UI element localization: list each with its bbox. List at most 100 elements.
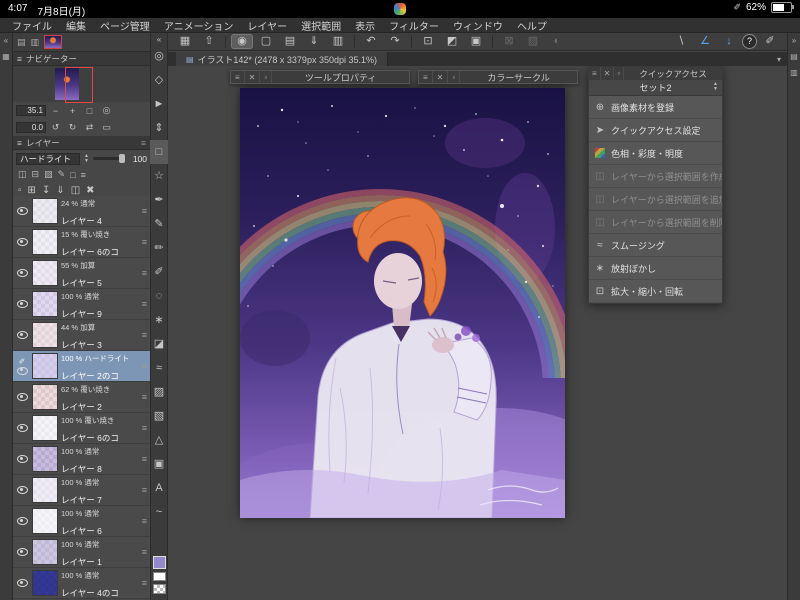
lock-layer-icon[interactable]: ⊟	[32, 169, 40, 180]
brush-size-icon[interactable]: ◉	[231, 34, 253, 49]
eyedropper-tool[interactable]: ✒	[150, 188, 168, 212]
visibility-eye-icon[interactable]	[16, 393, 28, 401]
tool-property-titlebar[interactable]: ≡ ✕ ▫ ツールプロパティ	[230, 70, 410, 84]
zoom-value-field[interactable]: 35.1	[16, 105, 46, 116]
rotation-value-field[interactable]: 0.0	[16, 122, 46, 133]
transfer-down-icon[interactable]: ↧	[42, 185, 50, 196]
workspace-grid-icon[interactable]: ▦	[174, 34, 196, 49]
drag-handle-icon[interactable]: ≡	[142, 237, 148, 247]
visibility-eye-icon[interactable]	[16, 300, 28, 308]
snap-ruler-icon[interactable]: ∖	[670, 34, 692, 49]
menu-selection[interactable]: 選択範囲	[301, 18, 341, 33]
visibility-eye-icon[interactable]	[16, 548, 28, 556]
menu-file[interactable]: ファイル	[12, 18, 52, 33]
drag-handle-icon[interactable]: ≡	[142, 392, 148, 402]
zoom-out-icon[interactable]: −	[48, 106, 63, 116]
visibility-eye-icon[interactable]	[16, 238, 28, 246]
line-correct-tool[interactable]: ~	[150, 500, 168, 524]
stylus-icon[interactable]: ✐	[759, 34, 781, 49]
menu-animation[interactable]: アニメーション	[164, 18, 234, 33]
qa-item-hsv[interactable]: ▦ 色相・彩度・明度	[589, 142, 722, 165]
layer-row[interactable]: 24 % 通常 レイヤー 4 ≡	[13, 196, 150, 227]
menu-help[interactable]: ヘルプ	[517, 18, 547, 33]
close-icon[interactable]: ✕	[601, 67, 615, 80]
fit-screen-icon[interactable]: □	[82, 106, 97, 116]
drag-handle-icon[interactable]: ≡	[142, 268, 148, 278]
fill-tool[interactable]: ▨	[150, 380, 168, 404]
visibility-eye-icon[interactable]	[16, 486, 28, 494]
layer-move-tool[interactable]: ⇕	[150, 116, 168, 140]
drag-handle-icon[interactable]: ≡	[142, 330, 148, 340]
pen-tool[interactable]: ✎	[150, 212, 168, 236]
new-folder-icon[interactable]: ⊞	[28, 185, 36, 196]
selection-tool[interactable]: □	[150, 140, 168, 164]
blend-mode-spinner-icon[interactable]: ▲▼	[83, 153, 90, 164]
drag-handle-icon[interactable]: ≡	[142, 454, 148, 464]
operation-tool[interactable]: ►	[150, 92, 168, 116]
brush-tool[interactable]: ✐	[150, 260, 168, 284]
visibility-eye-icon[interactable]	[16, 269, 28, 277]
navigator-tab-thumbnail[interactable]	[44, 35, 63, 49]
navigator-menu-icon[interactable]: ≡	[17, 54, 22, 64]
pencil-tool[interactable]: ✏	[150, 236, 168, 260]
menu-filter[interactable]: フィルター	[389, 18, 439, 33]
layer-panel-options-icon[interactable]: ≡	[141, 138, 146, 148]
layer-row[interactable]: 55 % 加算 レイヤー 5 ≡	[13, 258, 150, 289]
undo-icon[interactable]: ↶	[360, 34, 382, 49]
redo-icon[interactable]: ↷	[384, 34, 406, 49]
visibility-eye-icon[interactable]	[16, 424, 28, 432]
close-icon[interactable]: ✕	[433, 71, 449, 83]
actual-size-icon[interactable]: ◎	[99, 105, 114, 116]
qa-item-quick-access-settings[interactable]: ➤ クイックアクセス設定	[589, 119, 722, 142]
tab-list-dropdown-icon[interactable]: ▾	[777, 55, 787, 64]
minimize-icon[interactable]: ▫	[448, 71, 461, 83]
visibility-eye-icon[interactable]	[16, 331, 28, 339]
quick-access-titlebar[interactable]: ≡ ✕ ▫ クイックアクセス	[589, 67, 722, 80]
visibility-eye-icon[interactable]	[16, 455, 28, 463]
drag-handle-icon[interactable]: ≡	[142, 299, 148, 309]
qa-item-smoothing[interactable]: ≈ スムージング	[589, 234, 722, 257]
layer-panel-menu-icon[interactable]: ≡	[17, 138, 22, 148]
layer-row-selected[interactable]: ✐ 100 % ハードライト レイヤー 2のコ ≡	[13, 351, 150, 382]
qa-item-register-material[interactable]: ⊕ 画像素材を登録	[589, 96, 722, 119]
rotate-cw-icon[interactable]: ↻	[65, 122, 80, 133]
figure-tool[interactable]: △	[150, 428, 168, 452]
drag-handle-icon[interactable]: ≡	[142, 206, 148, 216]
layer-row[interactable]: 100 % 覆い焼き レイヤー 6のコ ≡	[13, 413, 150, 444]
collapse-right-icon[interactable]: »	[792, 36, 796, 45]
move-tool[interactable]: ◇	[150, 68, 168, 92]
blend-mode-select[interactable]: ハードライト	[16, 152, 80, 165]
drag-handle-icon[interactable]: ≡	[142, 361, 148, 371]
set-spinner-icon[interactable]: ▲▼	[712, 82, 719, 92]
auto-select-tool[interactable]: ☆	[150, 164, 168, 188]
document-tab[interactable]: ▤ イラスト142* (2478 x 3379px 350dpi 35.1%)	[176, 52, 388, 66]
layer-mask-icon[interactable]: □	[70, 170, 75, 180]
menu-layer[interactable]: レイヤー	[247, 18, 287, 33]
visibility-eye-icon[interactable]	[16, 579, 28, 587]
sub-color-swatch[interactable]	[152, 572, 166, 581]
save-icon[interactable]: ⇓	[303, 34, 325, 49]
panel-menu-icon[interactable]: ≡	[589, 67, 601, 80]
layer-row[interactable]: 100 % 通常 レイヤー 7 ≡	[13, 475, 150, 506]
layer-row[interactable]: 44 % 加算 レイヤー 3 ≡	[13, 320, 150, 351]
snap-special-ruler-icon[interactable]: ∠	[694, 34, 716, 49]
opacity-value[interactable]: 100	[128, 154, 147, 164]
deselect-icon[interactable]: ⊡	[417, 34, 439, 49]
minimize-icon[interactable]: ▫	[260, 71, 273, 83]
share-icon[interactable]: ⇧	[198, 34, 220, 49]
canvas[interactable]	[220, 88, 620, 553]
panel-menu-icon[interactable]: ≡	[419, 71, 433, 83]
reset-view-icon[interactable]: ▭	[99, 122, 114, 133]
subview-palette-icon[interactable]: ▥	[790, 68, 798, 77]
invert-selection-icon[interactable]: ◩	[441, 34, 463, 49]
drag-handle-icon[interactable]: ≡	[142, 485, 148, 495]
drag-handle-icon[interactable]: ≡	[142, 516, 148, 526]
palette-dock-icon[interactable]: ▦	[2, 52, 10, 61]
drag-handle-icon[interactable]: ≡	[142, 423, 148, 433]
visibility-eye-icon[interactable]	[16, 517, 28, 525]
qa-item-scale-rotate[interactable]: ⊡ 拡大・縮小・回転	[589, 280, 722, 303]
palette-tab-b-icon[interactable]: ▥	[31, 37, 40, 48]
rotate-ccw-icon[interactable]: ↺	[48, 122, 63, 133]
draft-layer-icon[interactable]: ✎	[58, 169, 66, 180]
menu-view[interactable]: 表示	[355, 18, 375, 33]
